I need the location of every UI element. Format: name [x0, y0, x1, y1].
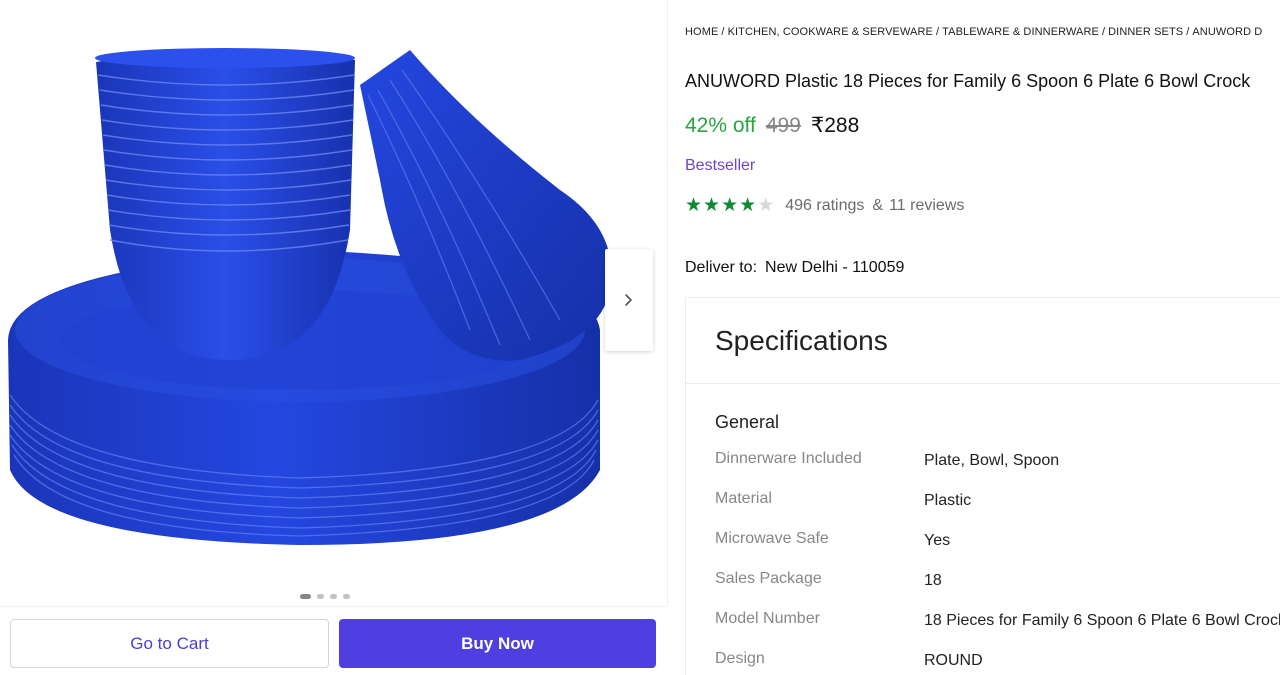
spec-row: Microwave Safe Yes: [715, 530, 1280, 570]
breadcrumb-home[interactable]: HOME: [685, 26, 718, 38]
spec-row: Model Number 18 Pieces for Family 6 Spoo…: [715, 610, 1280, 650]
product-image[interactable]: [0, 0, 668, 600]
delivery-pincode: New Delhi - 110059: [765, 259, 905, 276]
action-bar: Go to Cart Buy Now: [0, 606, 668, 675]
star-filled-icon: ★: [739, 195, 757, 216]
breadcrumb-product[interactable]: ANUWORD D: [1192, 26, 1262, 38]
spec-row: Design ROUND: [715, 650, 1280, 675]
carousel-dot[interactable]: [300, 594, 311, 599]
next-image-button[interactable]: [605, 249, 653, 351]
star-filled-icon: ★: [685, 195, 703, 216]
carousel-dot[interactable]: [343, 594, 350, 599]
spec-value: 18: [924, 572, 942, 589]
breadcrumb-separator: /: [721, 26, 725, 38]
spec-group-title: General: [715, 412, 780, 432]
original-price: 499: [765, 114, 801, 137]
breadcrumb: HOME / KITCHEN, COOKWARE & SERVEWARE / TABLE…: [685, 26, 1262, 38]
product-details: HOME / KITCHEN, COOKWARE & SERVEWARE / TABLE…: [685, 0, 1280, 675]
ampersand: &: [872, 197, 884, 214]
carousel-dot[interactable]: [330, 594, 337, 599]
breadcrumb-dinner-sets[interactable]: DINNER SETS: [1108, 26, 1183, 38]
breadcrumb-separator: /: [1186, 26, 1190, 38]
spec-key: Dinnerware Included: [715, 450, 862, 467]
spec-row: Material Plastic: [715, 490, 1280, 530]
breadcrumb-separator: /: [935, 26, 940, 38]
delivery-location[interactable]: Deliver to: New Delhi - 110059: [685, 259, 904, 277]
price-row: 42% off 499 ₹288: [685, 113, 859, 138]
star-rating: ★ ★ ★ ★ ★: [685, 196, 774, 216]
spec-key: Sales Package: [715, 570, 822, 587]
selling-price: ₹288: [810, 114, 860, 137]
breadcrumb-tableware[interactable]: TABLEWARE & DINNERWARE: [942, 26, 1099, 38]
ratings-count: 496 ratings: [785, 197, 865, 214]
carousel-dots: [300, 594, 350, 599]
spec-value: ROUND: [924, 652, 983, 669]
chevron-right-icon: [625, 294, 632, 306]
spec-table: Dinnerware Included Plate, Bowl, Spoon M…: [715, 450, 1280, 675]
bestseller-badge: Bestseller: [685, 157, 756, 174]
specifications-title: Specifications: [715, 324, 888, 356]
breadcrumb-separator: /: [1101, 26, 1106, 38]
star-filled-icon: ★: [721, 195, 739, 216]
image-gallery: [0, 0, 668, 606]
spec-value: 18 Pieces for Family 6 Spoon 6 Plate 6 B…: [924, 612, 1280, 629]
carousel-dot[interactable]: [317, 594, 324, 599]
star-empty-icon: ★: [757, 195, 775, 216]
spec-row: Sales Package 18: [715, 570, 1280, 610]
specifications-header: Specifications: [686, 298, 1280, 384]
spec-value: Plastic: [924, 492, 972, 509]
rating-summary: 496 ratings & 11 reviews: [785, 197, 964, 215]
star-filled-icon: ★: [703, 195, 721, 216]
deliver-to-label: Deliver to:: [685, 259, 758, 276]
reviews-count: 11 reviews: [889, 197, 965, 214]
go-to-cart-button[interactable]: Go to Cart: [10, 619, 329, 668]
breadcrumb-kitchen[interactable]: KITCHEN, COOKWARE & SERVEWARE: [728, 26, 933, 38]
buy-now-button[interactable]: Buy Now: [339, 619, 656, 668]
spec-value: Yes: [924, 532, 951, 549]
spec-key: Design: [715, 650, 765, 667]
spec-key: Microwave Safe: [715, 530, 829, 547]
spec-row: Dinnerware Included Plate, Bowl, Spoon: [715, 450, 1280, 490]
specifications-card: Specifications General Dinnerware Includ…: [685, 297, 1280, 675]
rating-row[interactable]: ★ ★ ★ ★ ★ 496 ratings & 11 reviews: [685, 196, 964, 216]
spec-key: Model Number: [715, 610, 820, 627]
spec-key: Material: [715, 490, 772, 507]
spec-value: Plate, Bowl, Spoon: [924, 452, 1060, 469]
product-title: ANUWORD Plastic 18 Pieces for Family 6 S…: [685, 71, 1251, 91]
discount-percent: 42% off: [685, 114, 756, 137]
